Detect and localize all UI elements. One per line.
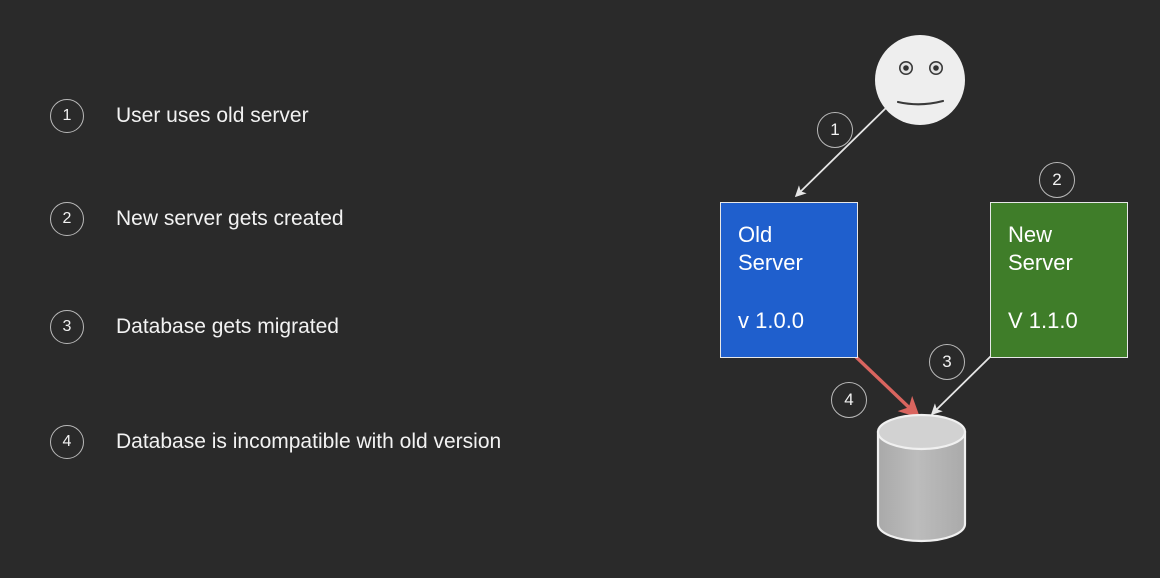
old-server-name: Old Server [738, 222, 803, 276]
legend-label-4: Database is incompatible with old versio… [116, 430, 502, 453]
legend-item-3: 3 Database gets migrated [50, 309, 339, 345]
new-server-version: V 1.1.0 [1008, 307, 1078, 333]
diagram-canvas: 1 User uses old server 2 New server gets… [0, 0, 1160, 578]
badge-database-incompatible: 4 [831, 382, 867, 418]
new-server-box: New Server V 1.1.0 [990, 202, 1128, 358]
database-cylinder-icon [876, 413, 967, 543]
legend-label-1: User uses old server [116, 104, 309, 127]
new-server-name: New Server [1008, 222, 1073, 276]
smiley-face-icon [875, 35, 965, 125]
legend-badge-4: 4 [50, 425, 84, 459]
legend-badge-3: 3 [50, 310, 84, 344]
badge-new-server-created: 2 [1039, 162, 1075, 198]
legend-badge-1: 1 [50, 99, 84, 133]
badge-database-migrated: 3 [929, 344, 965, 380]
legend-item-2: 2 New server gets created [50, 201, 344, 237]
legend-badge-2: 2 [50, 202, 84, 236]
old-server-version: v 1.0.0 [738, 307, 805, 333]
legend-label-2: New server gets created [116, 207, 344, 230]
legend-item-4: 4 Database is incompatible with old vers… [50, 424, 501, 460]
diagram-vector-layer [794, 35, 992, 543]
old-server-box: Old Server v 1.0.0 [720, 202, 858, 358]
legend-label-3: Database gets migrated [116, 315, 339, 338]
legend-item-1: 1 User uses old server [50, 98, 309, 134]
badge-user-to-old-server: 1 [817, 112, 853, 148]
